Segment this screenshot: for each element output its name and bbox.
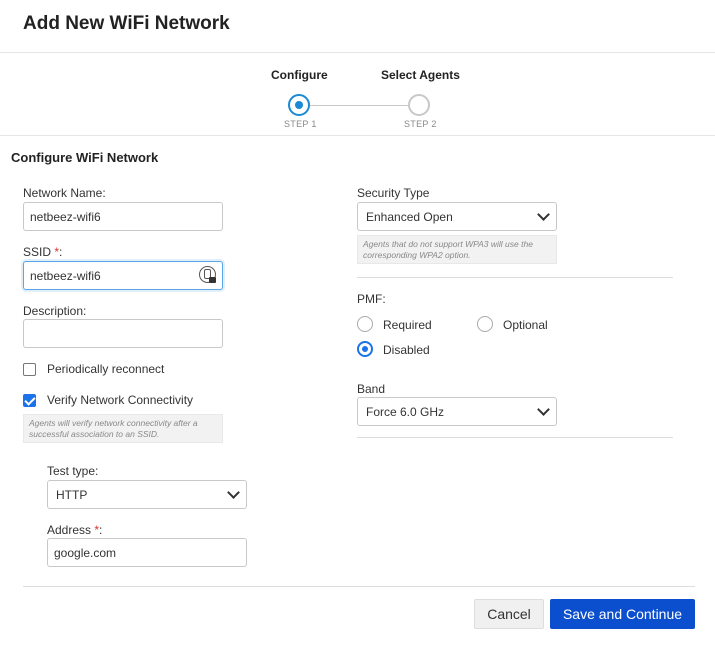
test-type-select[interactable]: HTTP <box>47 480 247 509</box>
step-1-label: Configure <box>271 68 328 82</box>
pmf-label: PMF: <box>357 292 386 306</box>
address-input[interactable] <box>47 538 247 567</box>
description-input[interactable] <box>23 319 223 348</box>
periodically-reconnect-label: Periodically reconnect <box>47 362 165 376</box>
security-type-value: Enhanced Open <box>366 209 453 224</box>
step-2-label: Select Agents <box>381 68 460 82</box>
step-connector <box>310 105 408 106</box>
security-type-select[interactable]: Enhanced Open <box>357 202 557 231</box>
ssid-label-text: SSID <box>23 245 52 259</box>
header-divider <box>0 52 715 53</box>
description-label: Description: <box>23 304 87 318</box>
pmf-required-label: Required <box>383 318 432 332</box>
verify-connectivity-checkbox[interactable] <box>23 394 36 407</box>
address-label: Address *: <box>47 523 102 537</box>
cancel-button[interactable]: Cancel <box>474 599 544 629</box>
test-type-value: HTTP <box>56 487 88 502</box>
test-type-label: Test type: <box>47 464 99 478</box>
pmf-optional-label: Optional <box>503 318 548 332</box>
ssid-input[interactable] <box>23 261 223 290</box>
periodically-reconnect-checkbox[interactable] <box>23 363 36 376</box>
band-label: Band <box>357 382 386 396</box>
step-2-sub: STEP 2 <box>404 119 437 129</box>
network-name-input[interactable] <box>23 202 223 231</box>
security-divider <box>357 277 673 278</box>
stepper-divider <box>0 135 715 136</box>
step-1-sub: STEP 1 <box>284 119 317 129</box>
step-1-indicator[interactable] <box>288 94 310 116</box>
ssid-label: SSID *: <box>23 245 62 259</box>
chevron-down-icon <box>537 207 550 221</box>
band-divider <box>357 437 673 438</box>
chevron-down-icon <box>227 485 240 499</box>
security-type-label: Security Type <box>357 186 430 200</box>
pmf-required-radio[interactable] <box>357 316 373 332</box>
band-select[interactable]: Force 6.0 GHz <box>357 397 557 426</box>
pmf-disabled-radio[interactable] <box>357 341 373 357</box>
pmf-optional-radio[interactable] <box>477 316 493 332</box>
save-and-continue-button[interactable]: Save and Continue <box>550 599 695 629</box>
pmf-disabled-label: Disabled <box>383 343 430 357</box>
verify-connectivity-hint: Agents will verify network connectivity … <box>23 414 223 443</box>
footer-divider <box>23 586 695 587</box>
verify-connectivity-label: Verify Network Connectivity <box>47 393 194 407</box>
chevron-down-icon <box>537 402 550 416</box>
dialog-title: Add New WiFi Network <box>23 13 230 34</box>
step-2-indicator[interactable] <box>408 94 430 116</box>
security-type-hint: Agents that do not support WPA3 will use… <box>357 235 557 264</box>
ssid-label-suffix: : <box>59 245 63 259</box>
address-label-suffix: : <box>99 523 103 537</box>
address-label-text: Address <box>47 523 92 537</box>
lock-icon <box>209 277 216 283</box>
network-name-label: Network Name: <box>23 186 106 200</box>
band-value: Force 6.0 GHz <box>366 404 445 419</box>
section-title: Configure WiFi Network <box>11 150 159 165</box>
